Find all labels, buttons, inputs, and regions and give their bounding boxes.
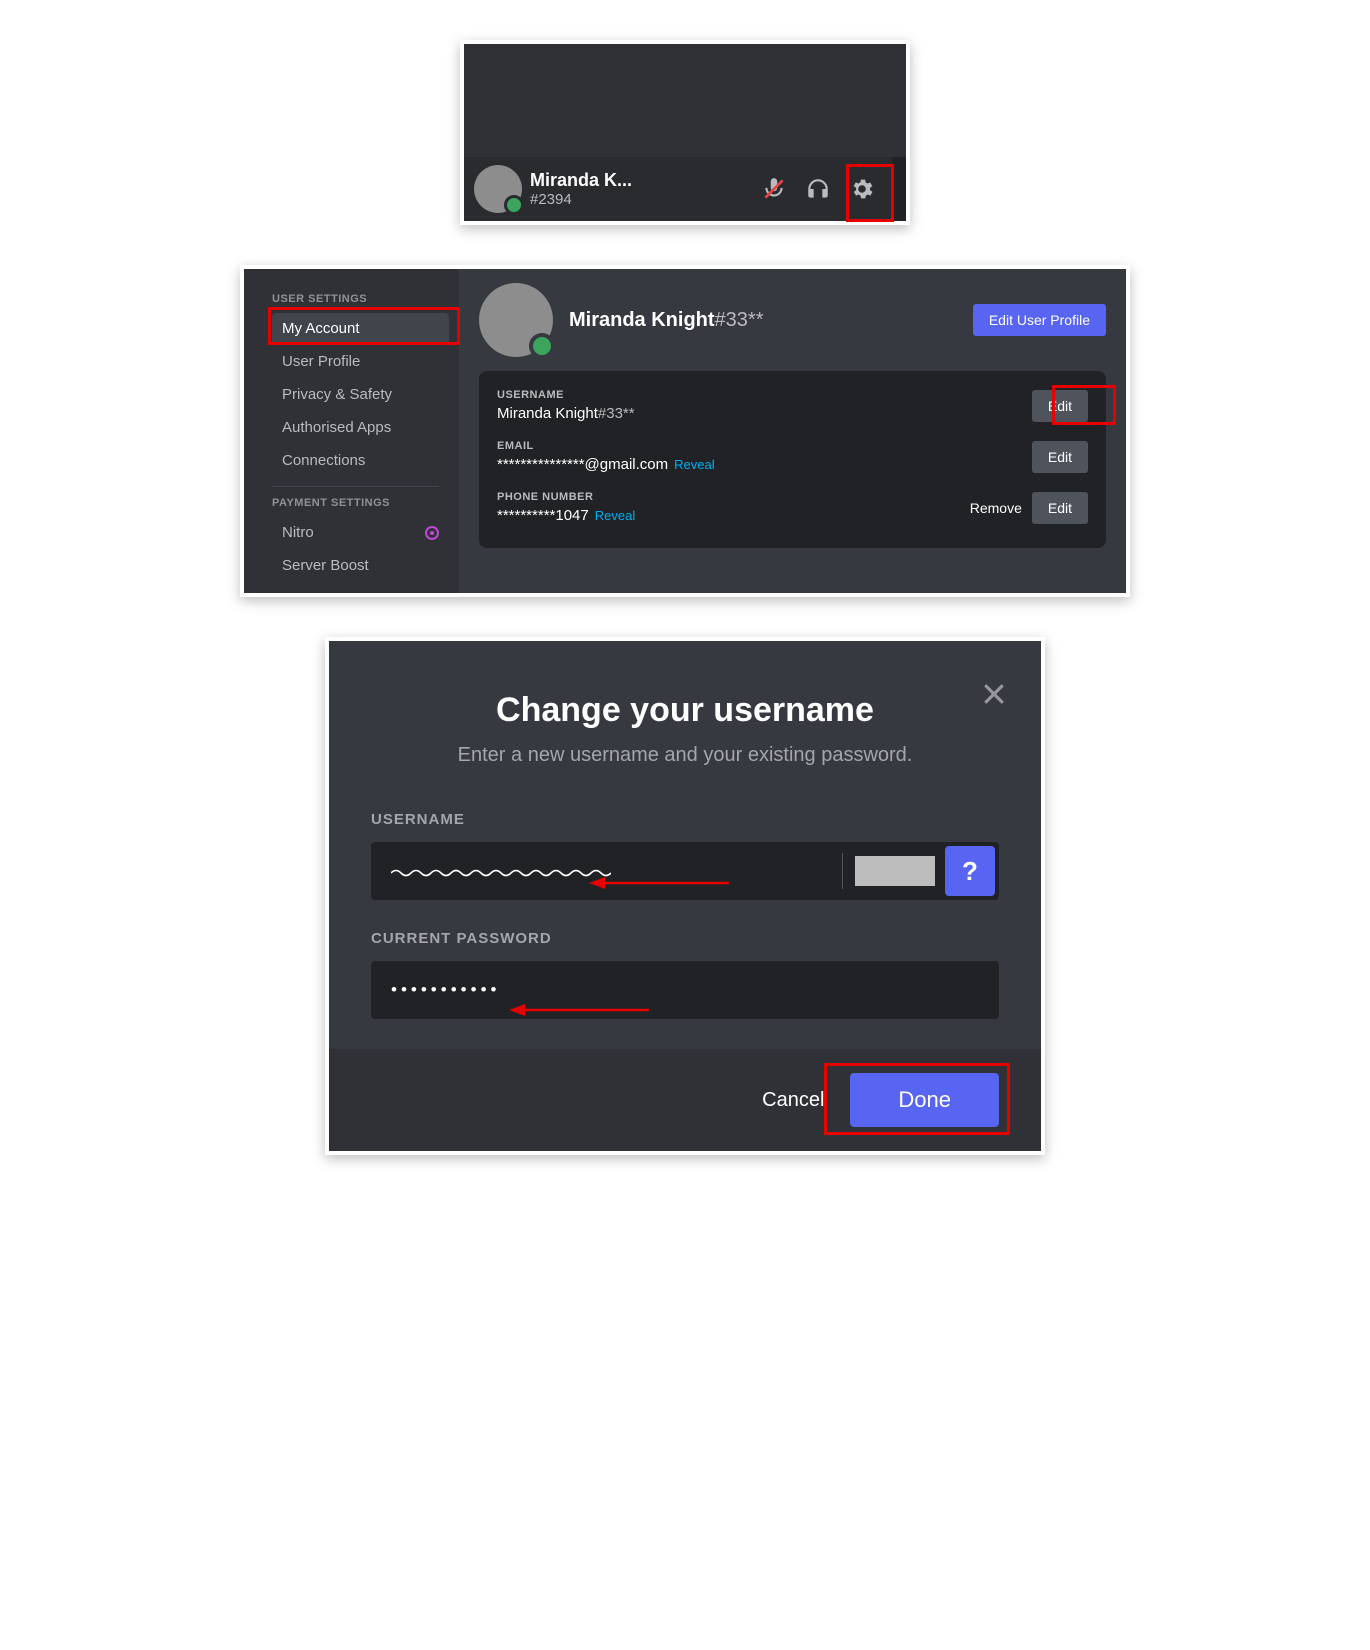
sidebar-item-authorised-apps[interactable]: Authorised Apps bbox=[272, 412, 449, 443]
account-card: USERNAME Miranda Knight#33** Edit EMAIL … bbox=[479, 371, 1106, 548]
user-info[interactable]: Miranda K... #2394 bbox=[530, 170, 748, 208]
sidebar-header-user: USER SETTINGS bbox=[272, 293, 449, 305]
username-input[interactable] bbox=[371, 842, 830, 900]
change-username-modal: Change your username Enter a new usernam… bbox=[325, 637, 1045, 1155]
nitro-badge-icon bbox=[425, 526, 439, 540]
email-row: EMAIL ***************@gmail.com Reveal Ed… bbox=[497, 440, 1088, 473]
sidebar-item-connections[interactable]: Connections bbox=[272, 445, 449, 476]
phone-reveal-link[interactable]: Reveal bbox=[595, 508, 635, 523]
username-label: USERNAME bbox=[371, 811, 999, 828]
edit-email-button[interactable]: Edit bbox=[1032, 441, 1088, 473]
sidebar-item-user-profile[interactable]: User Profile bbox=[272, 346, 449, 377]
highlight-done bbox=[824, 1063, 1010, 1135]
profile-avatar[interactable] bbox=[479, 283, 553, 357]
sidebar-item-label: Nitro bbox=[282, 524, 314, 541]
username-input-row: ? bbox=[371, 842, 999, 900]
user-bar: Miranda K... #2394 bbox=[464, 157, 906, 221]
password-input[interactable] bbox=[371, 961, 999, 1019]
close-icon[interactable] bbox=[979, 679, 1009, 714]
password-label: CURRENT PASSWORD bbox=[371, 930, 999, 947]
highlight-edit-username bbox=[1052, 385, 1116, 425]
email-value: ***************@gmail.com bbox=[497, 456, 668, 473]
username-discrim: #33** bbox=[598, 405, 635, 422]
email-reveal-link[interactable]: Reveal bbox=[674, 457, 714, 472]
username-label: USERNAME bbox=[497, 389, 635, 401]
profile-header: Miranda Knight#33** Edit User Profile bbox=[479, 269, 1106, 371]
phone-row: PHONE NUMBER **********1047 Reveal Remove… bbox=[497, 491, 1088, 524]
sidebar-item-privacy[interactable]: Privacy & Safety bbox=[272, 379, 449, 410]
username: Miranda K... bbox=[530, 170, 748, 191]
profile-name: Miranda Knight bbox=[569, 309, 715, 331]
modal-subtitle: Enter a new username and your existing p… bbox=[371, 744, 999, 767]
avatar[interactable] bbox=[474, 165, 522, 213]
mute-icon[interactable] bbox=[756, 171, 792, 207]
email-label: EMAIL bbox=[497, 440, 715, 452]
profile-discrim: #33** bbox=[715, 309, 764, 331]
edit-user-profile-button[interactable]: Edit User Profile bbox=[973, 304, 1106, 336]
deafen-icon[interactable] bbox=[800, 171, 836, 207]
sidebar-item-nitro[interactable]: Nitro bbox=[272, 517, 449, 548]
settings-content: Miranda Knight#33** Edit User Profile US… bbox=[459, 269, 1126, 593]
username-row: USERNAME Miranda Knight#33** Edit bbox=[497, 389, 1088, 422]
cancel-button[interactable]: Cancel bbox=[762, 1089, 824, 1112]
phone-value: **********1047 bbox=[497, 507, 589, 524]
scrollbar-gutter bbox=[892, 157, 906, 221]
phone-label: PHONE NUMBER bbox=[497, 491, 635, 503]
sidebar-item-server-boost[interactable]: Server Boost bbox=[272, 550, 449, 581]
edit-phone-button[interactable]: Edit bbox=[1032, 492, 1088, 524]
remove-phone-link[interactable]: Remove bbox=[970, 500, 1022, 516]
password-input-row bbox=[371, 961, 999, 1019]
user-tag: #2394 bbox=[530, 191, 748, 208]
user-bar-panel: Miranda K... #2394 bbox=[460, 40, 910, 225]
settings-panel: USER SETTINGS My Account User Profile Pr… bbox=[240, 265, 1130, 597]
modal-title: Change your username bbox=[371, 691, 999, 730]
sidebar-divider bbox=[272, 486, 439, 487]
highlight-my-account bbox=[268, 307, 460, 345]
highlight-settings bbox=[846, 164, 894, 222]
discriminator-field[interactable] bbox=[855, 856, 935, 886]
help-button[interactable]: ? bbox=[945, 846, 995, 896]
sidebar-header-payment: PAYMENT SETTINGS bbox=[272, 497, 449, 509]
separator bbox=[842, 853, 843, 889]
username-value: Miranda Knight bbox=[497, 405, 598, 422]
